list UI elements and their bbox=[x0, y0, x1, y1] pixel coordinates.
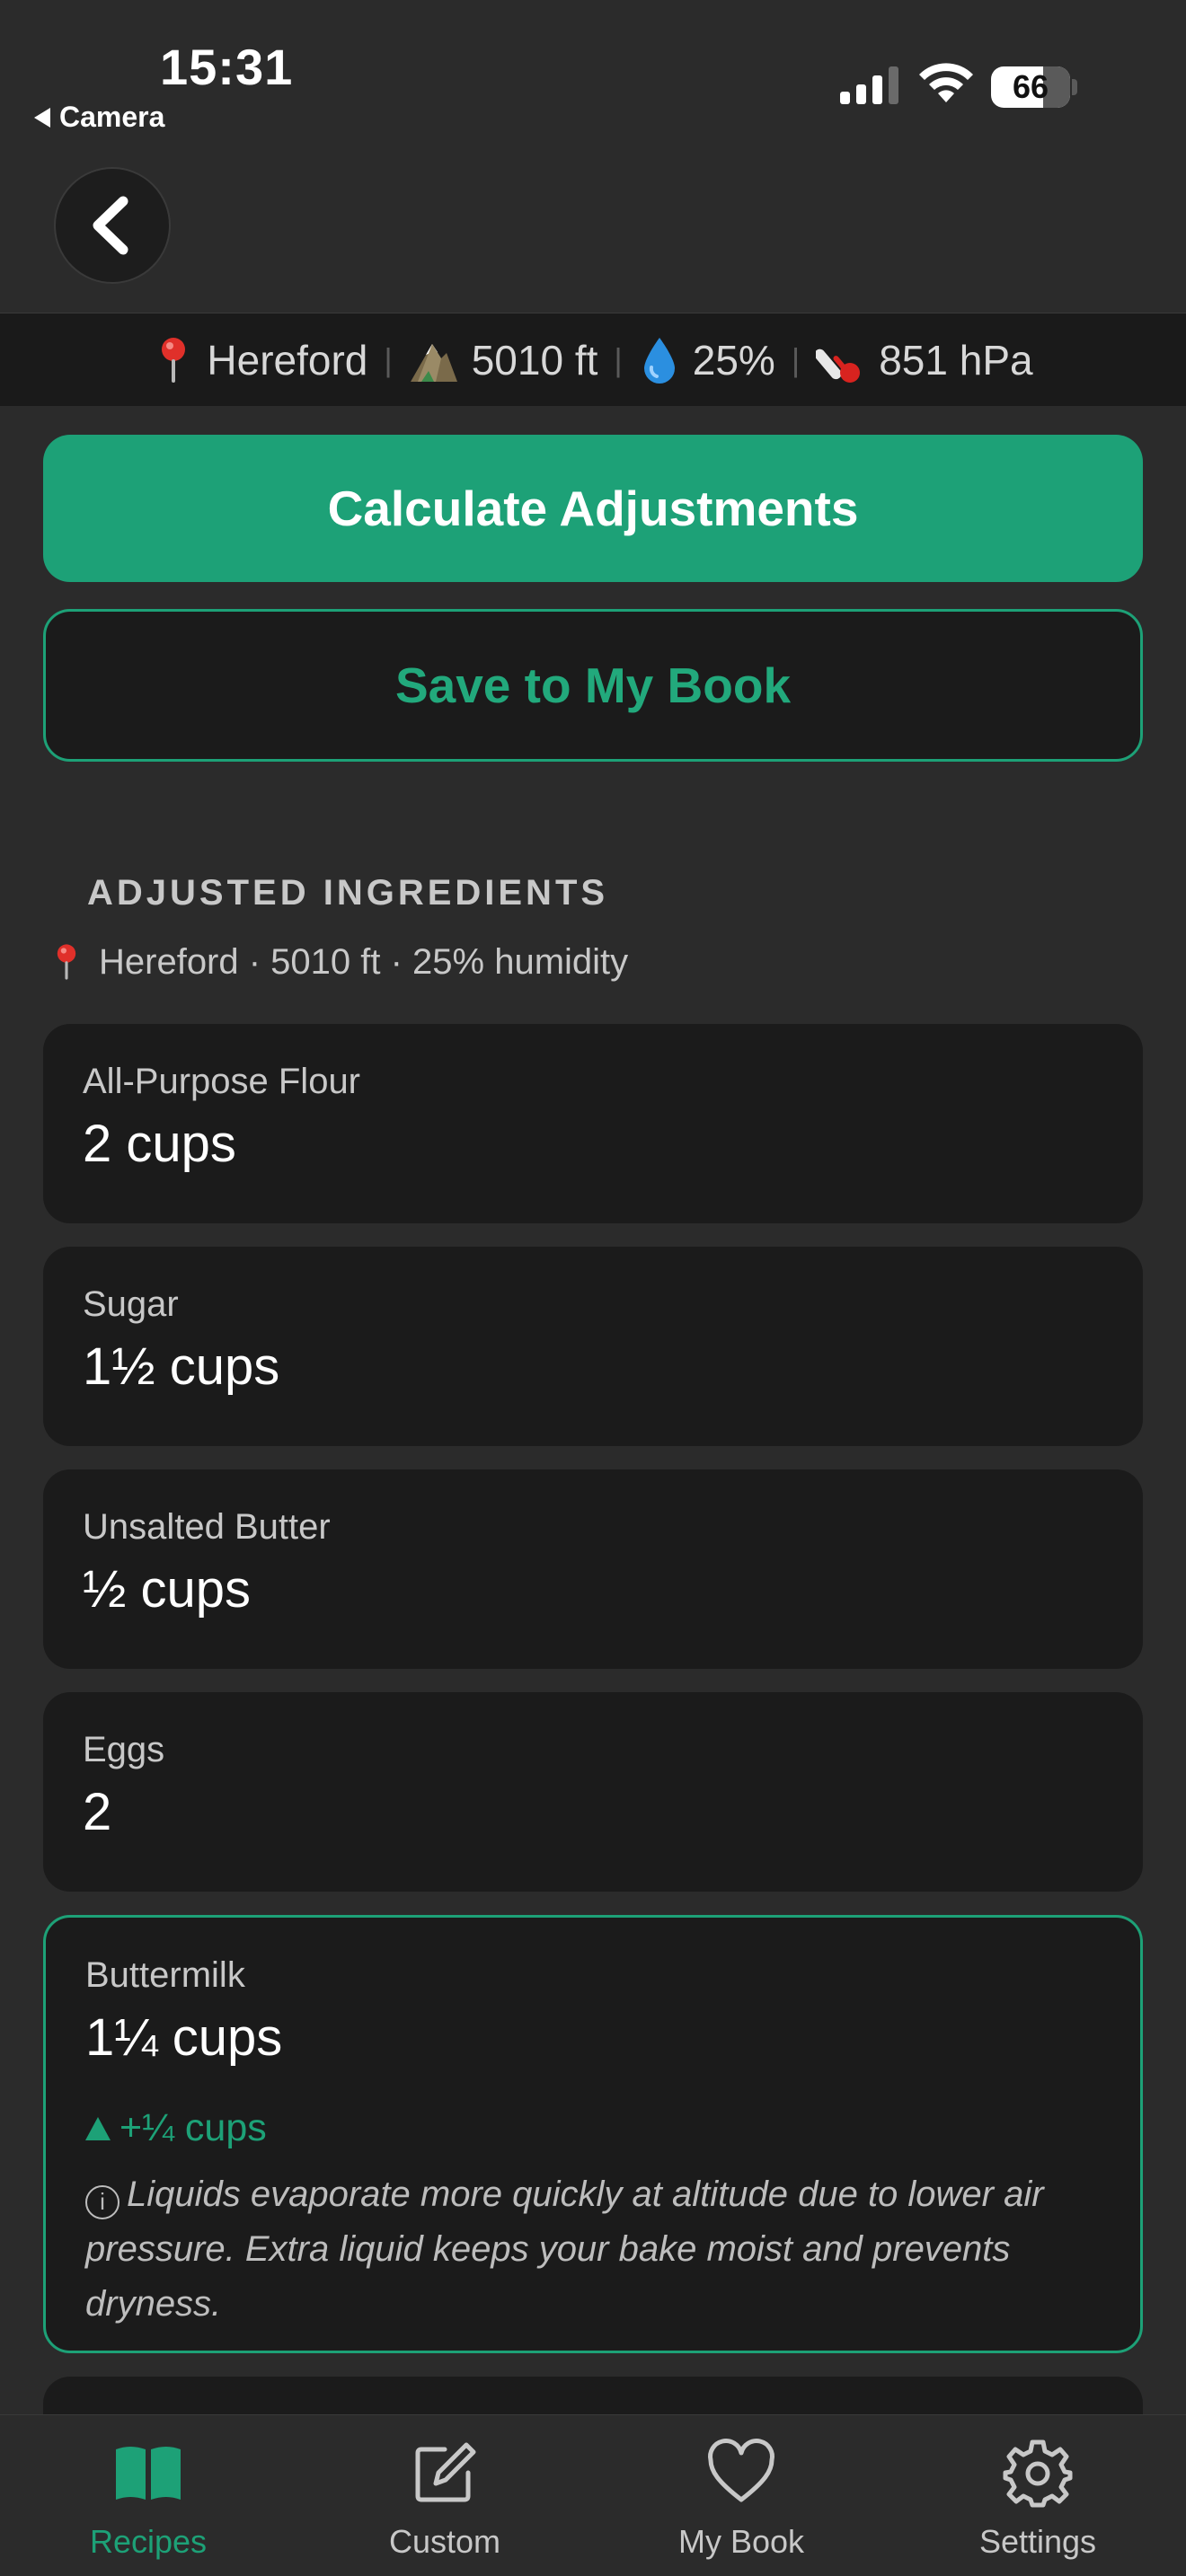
ingredient-name: Unsalted Butter bbox=[83, 1507, 331, 1547]
altitude-info: 5010 ft bbox=[409, 335, 598, 385]
humidity-info: 25% bbox=[639, 335, 775, 385]
battery-indicator: 66 bbox=[991, 66, 1070, 108]
ingredient-amount: ½ cups bbox=[83, 1560, 251, 1619]
ingredient-name: Eggs bbox=[83, 1730, 165, 1769]
adjustment-note: i Liquids evaporate more quickly at altit… bbox=[85, 2167, 1101, 2332]
back-to-app-link[interactable]: Camera bbox=[34, 101, 164, 134]
battery-level: 66 bbox=[1012, 68, 1049, 105]
tab-custom[interactable]: Custom bbox=[296, 2415, 593, 2576]
separator: | bbox=[614, 340, 623, 378]
ingredient-amount: 2 cups bbox=[83, 1115, 236, 1173]
edit-square-icon bbox=[415, 2442, 476, 2502]
tab-label: Custom bbox=[388, 2523, 501, 2560]
book-icon bbox=[116, 2447, 181, 2500]
battery-nub bbox=[1072, 79, 1077, 95]
conditions-bar: Hereford | 5010 ft | 25% | 851 hPa bbox=[0, 313, 1186, 406]
pin-icon bbox=[162, 337, 186, 383]
tab-my-book[interactable]: My Book bbox=[593, 2415, 890, 2576]
tab-label: My Book bbox=[677, 2523, 805, 2560]
note-text: Liquids evaporate more quickly at altitu… bbox=[85, 2175, 1044, 2324]
pressure-info: 851 hPa bbox=[816, 335, 1033, 385]
section-title: ADJUSTED INGREDIENTS bbox=[87, 873, 609, 913]
delta-text: +¼ cups bbox=[119, 2106, 267, 2149]
ingredient-name: All-Purpose Flour bbox=[83, 1062, 361, 1101]
ingredient-amount: 2 bbox=[83, 1783, 112, 1841]
adjustment-delta: +¼ cups bbox=[85, 2106, 267, 2150]
pressure-text: 851 hPa bbox=[879, 336, 1033, 384]
ingredient-amount: 1¼ cups bbox=[85, 2008, 283, 2067]
tab-label: Settings bbox=[978, 2523, 1097, 2560]
droplet-icon bbox=[643, 337, 675, 384]
section-subtitle: Hereford · 5010 ft · 25% humidity bbox=[50, 941, 628, 983]
tab-label: Recipes bbox=[89, 2523, 208, 2560]
tab-bar: Recipes Custom My Book Settings bbox=[0, 2414, 1186, 2576]
screen: 15:31 Camera 66 Hereford | 5010 ft | 25%… bbox=[0, 0, 1186, 2576]
gear-icon bbox=[1003, 2439, 1073, 2508]
wifi-icon bbox=[919, 63, 973, 102]
location-info: Hereford bbox=[153, 335, 367, 385]
thermometer-icon bbox=[816, 348, 861, 383]
tab-recipes[interactable]: Recipes bbox=[0, 2415, 296, 2576]
back-app-label: Camera bbox=[59, 101, 165, 133]
ingredient-card: Eggs 2 bbox=[43, 1692, 1143, 1892]
location-text: Hereford bbox=[207, 336, 368, 384]
subtitle-text: Hereford · 5010 ft · 25% humidity bbox=[99, 941, 629, 982]
chevron-left-icon bbox=[93, 196, 128, 255]
humidity-text: 25% bbox=[692, 336, 775, 384]
tab-settings[interactable]: Settings bbox=[890, 2415, 1186, 2576]
separator: | bbox=[791, 340, 801, 378]
ingredient-name: Sugar bbox=[83, 1284, 179, 1324]
ingredient-card: Unsalted Butter ½ cups bbox=[43, 1469, 1143, 1669]
ingredient-name: Buttermilk bbox=[85, 1955, 245, 1995]
status-time: 15:31 bbox=[160, 39, 294, 95]
ingredient-amount: 1½ cups bbox=[83, 1337, 280, 1396]
back-triangle-icon bbox=[34, 107, 50, 128]
cellular-signal-icon bbox=[840, 65, 898, 104]
altitude-text: 5010 ft bbox=[471, 336, 598, 384]
mountain-icon bbox=[410, 343, 457, 382]
separator: | bbox=[384, 340, 393, 378]
heart-icon bbox=[708, 2439, 774, 2502]
calculate-adjustments-button[interactable]: Calculate Adjustments bbox=[43, 435, 1143, 582]
pin-icon bbox=[57, 944, 76, 980]
increase-arrow-icon bbox=[85, 2116, 111, 2140]
save-to-my-book-button[interactable]: Save to My Book bbox=[43, 609, 1143, 762]
ingredient-card-adjusted: Buttermilk 1¼ cups +¼ cups i Liquids evap… bbox=[43, 1915, 1143, 2353]
back-button[interactable] bbox=[54, 167, 171, 284]
ingredient-card: All-Purpose Flour 2 cups bbox=[43, 1024, 1143, 1223]
info-icon: i bbox=[85, 2184, 119, 2219]
ingredient-card: Sugar 1½ cups bbox=[43, 1247, 1143, 1446]
